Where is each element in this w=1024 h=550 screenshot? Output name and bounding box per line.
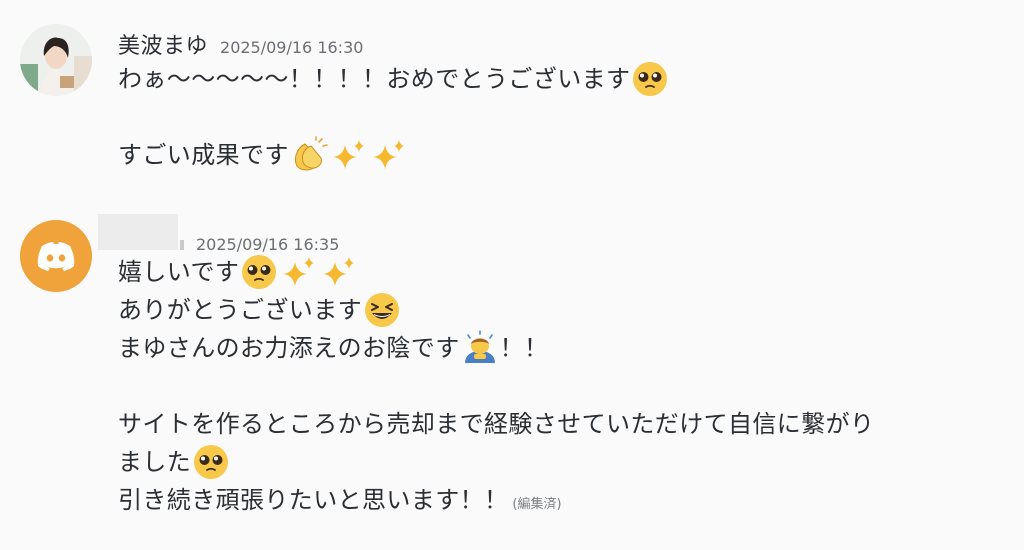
- message-line: わぁ〜〜〜〜〜！！！！おめでとうございます: [118, 60, 1004, 98]
- clapping-hands-icon[interactable]: [289, 136, 329, 174]
- message-line: サイトを作るところから売却まで経験させていただけて自信に繋がり: [118, 405, 1004, 443]
- message-line: すごい成果です: [118, 136, 1004, 174]
- message-text: まゆさんのお力添えのお陰です: [118, 334, 460, 362]
- bowing-man-icon[interactable]: [460, 329, 500, 367]
- username-redacted-tail: [180, 240, 184, 250]
- edited-label: (編集済): [512, 497, 562, 512]
- user-avatar-photo[interactable]: [20, 24, 92, 96]
- message-text: 嬉しいです: [118, 258, 240, 286]
- sparkles-icon[interactable]: [369, 136, 409, 174]
- message-text: ました: [118, 448, 192, 476]
- message-header-1: 美波まゆ 2025/09/16 16:30: [118, 28, 363, 60]
- sparkles-icon[interactable]: [279, 253, 319, 291]
- message-text: サイトを作るところから売却まで経験させていただけて自信に繋がり: [118, 410, 875, 438]
- message-line: ました: [118, 443, 1004, 481]
- message-line: 嬉しいです: [118, 253, 1004, 291]
- sparkles-icon[interactable]: [319, 253, 359, 291]
- message-text: わぁ〜〜〜〜〜！！！！おめでとうございます: [118, 65, 631, 93]
- pleading-face-icon[interactable]: [239, 253, 279, 291]
- sparkles-icon[interactable]: [329, 136, 369, 174]
- message-text: ありがとうございます: [118, 296, 362, 324]
- message-text: すごい成果です: [118, 141, 289, 169]
- message-header-2: 2025/09/16 16:35: [98, 214, 339, 254]
- discord-logo-icon: [20, 220, 92, 292]
- message-text: 引き続き頑張りたいと思います！！: [118, 486, 509, 514]
- message-content-1: わぁ〜〜〜〜〜！！！！おめでとうございます すごい成果です: [118, 60, 1004, 174]
- username-redacted[interactable]: [98, 214, 178, 250]
- message-line: まゆさんのお力添えのお陰です ！！: [118, 329, 1004, 367]
- chat-log: 美波まゆ 2025/09/16 16:30 わぁ〜〜〜〜〜！！！！おめでとうござ…: [0, 0, 1024, 550]
- username[interactable]: 美波まゆ: [118, 28, 208, 60]
- grinning-squinting-face-icon[interactable]: [362, 291, 402, 329]
- discord-avatar[interactable]: [20, 220, 92, 292]
- timestamp[interactable]: 2025/09/16 16:35: [196, 235, 339, 254]
- message-text-trailing: ！！: [499, 334, 549, 362]
- message-line: 引き続き頑張りたいと思います！！ (編集済): [118, 481, 1004, 519]
- timestamp[interactable]: 2025/09/16 16:30: [220, 38, 363, 57]
- message-content-2: 嬉しいです ありがとうございます まゆさんのお力添えのお陰です ！！ サイトを作る…: [118, 253, 1004, 519]
- pleading-face-icon[interactable]: [630, 60, 670, 98]
- pleading-face-icon[interactable]: [191, 443, 231, 481]
- message-line: ありがとうございます: [118, 291, 1004, 329]
